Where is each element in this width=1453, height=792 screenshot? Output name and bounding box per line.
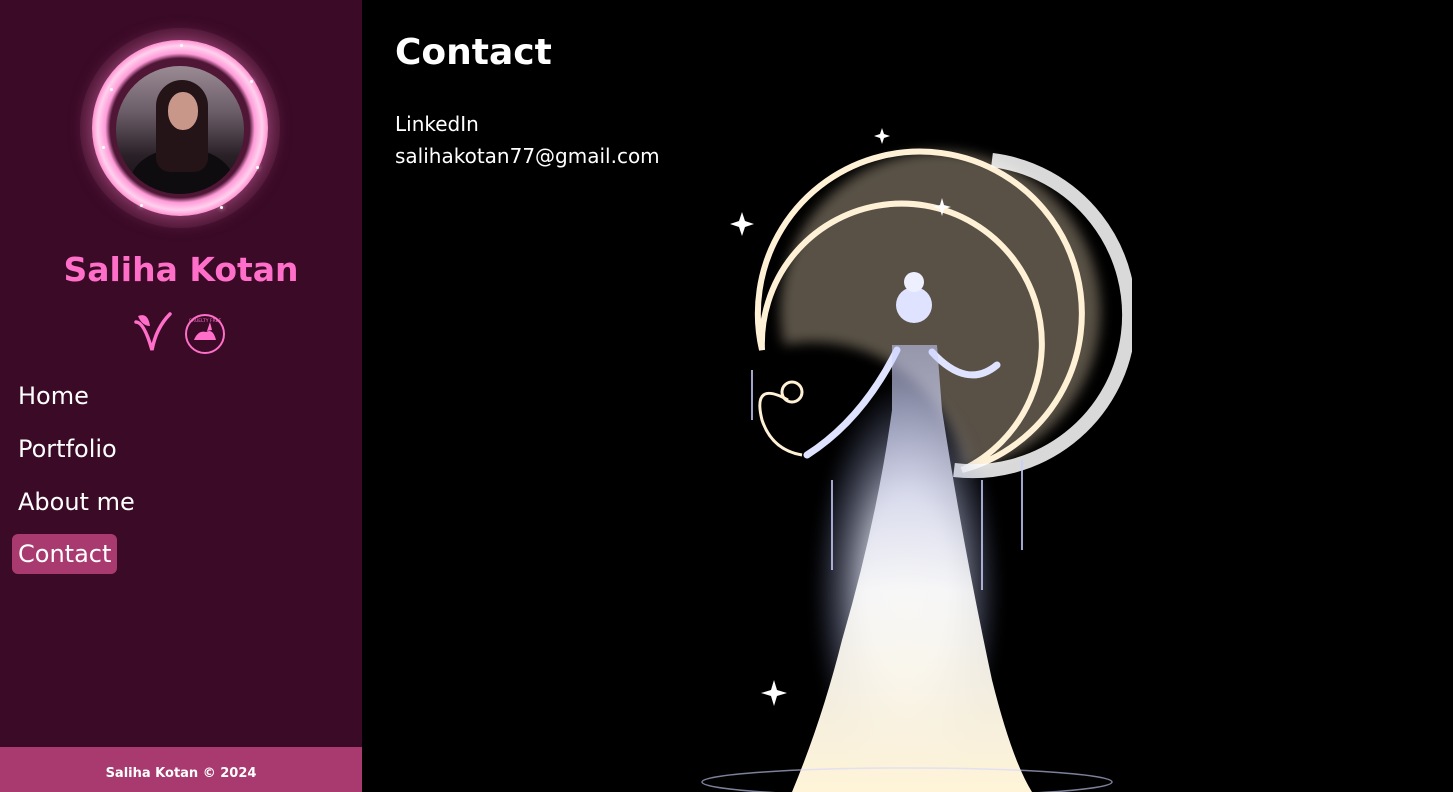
main-content: Contact LinkedIn salihakotan77@gmail.com [362, 0, 1453, 792]
cruelty-free-text: CRUELTY FREE [189, 318, 222, 324]
cruelty-free-icon: CRUELTY FREE [185, 314, 225, 354]
nav-item-contact[interactable]: Contact [12, 534, 118, 574]
footer-copyright: Saliha Kotan © 2024 [0, 747, 362, 792]
profile-photo [116, 66, 244, 194]
email-link[interactable]: salihakotan77@gmail.com [395, 140, 660, 172]
sidebar: Saliha Kotan CRUELTY FREE Home Portfolio… [0, 0, 362, 792]
nav-item-about-me[interactable]: About me [12, 482, 141, 522]
site-owner-name: Saliha Kotan [63, 250, 299, 289]
vegan-icon [134, 312, 172, 351]
badge-row: CRUELTY FREE [134, 310, 230, 356]
nav-item-portfolio[interactable]: Portfolio [12, 429, 123, 469]
moon-lady-illustration [701, 128, 1132, 792]
avatar [80, 28, 280, 228]
nav-item-home[interactable]: Home [12, 376, 95, 416]
linkedin-link[interactable]: LinkedIn [395, 108, 660, 140]
page-title: Contact [395, 32, 552, 73]
contact-list: LinkedIn salihakotan77@gmail.com [395, 108, 660, 172]
